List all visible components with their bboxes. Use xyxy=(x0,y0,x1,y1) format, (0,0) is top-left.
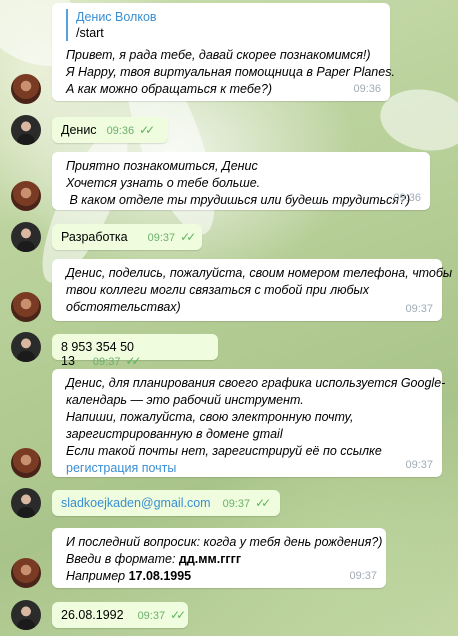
message-line: Напиши, пожалуйста, свою электронную поч… xyxy=(66,410,354,424)
message-time: 09:36 xyxy=(353,83,381,95)
reply-author: Денис Волков xyxy=(76,10,157,24)
message-time: 09:37 xyxy=(92,356,121,368)
message-line: Хочется узнать о тебе больше. xyxy=(66,176,261,190)
reply-text: /start xyxy=(76,26,104,40)
format-value: дд.мм.гггг xyxy=(178,552,242,566)
message-line: зарегистрированную в домене gmail xyxy=(66,427,283,441)
message-line: Денис, для планирования своего графика и… xyxy=(66,376,446,390)
user-avatar[interactable] xyxy=(11,222,41,252)
message-text: Денис xyxy=(61,123,97,137)
double-check-icon: ✓✓ xyxy=(139,123,155,137)
user-message: 8 953 354 50 13 09:37 ✓✓ xyxy=(52,334,218,368)
user-avatar[interactable] xyxy=(11,488,41,518)
reply-quote[interactable]: Денис Волков /start xyxy=(66,9,381,41)
message-line: твои коллеги могли связаться с тобой при… xyxy=(66,283,370,297)
user-avatar[interactable] xyxy=(11,332,41,362)
bot-message: Денис, для планирования своего графика и… xyxy=(52,369,446,477)
bot-message: Приятно познакомиться, Денис Хочется узн… xyxy=(52,152,430,210)
bot-avatar[interactable] xyxy=(11,558,41,588)
message-line: календарь — это рабочий инструмент. xyxy=(66,393,304,407)
message-line: Приятно познакомиться, Денис xyxy=(66,159,258,173)
bot-avatar[interactable] xyxy=(11,74,41,104)
user-message: Денис 09:36 ✓✓ xyxy=(52,117,168,143)
double-check-icon: ✓✓ xyxy=(255,496,271,510)
message-line: обстоятельствах) xyxy=(66,300,181,314)
double-check-icon: ✓✓ xyxy=(125,354,141,368)
example-value: 17.08.1995 xyxy=(128,569,192,583)
bot-message: И последний вопросик: когда у тебя день … xyxy=(52,528,386,588)
message-time: 09:37 xyxy=(349,570,377,582)
email-registration-link[interactable]: регистрация почты xyxy=(66,460,433,477)
message-line: Денис, поделись, пожалуйста, своим номер… xyxy=(66,266,453,280)
email-link[interactable]: sladkoejkaden@gmail.com xyxy=(61,496,211,510)
message-line: Привет, я рада тебе, давай скорее познак… xyxy=(66,48,371,62)
message-line: Я Happy, твоя виртуальная помощница в Pa… xyxy=(66,65,395,79)
user-message: sladkoejkaden@gmail.com 09:37 ✓✓ xyxy=(52,490,280,516)
user-avatar[interactable] xyxy=(11,600,41,630)
user-message: Разработка 09:37 ✓✓ xyxy=(52,224,202,250)
message-line: Если такой почты нет, зарегистрируй её п… xyxy=(66,444,382,458)
message-line: А как можно обращаться к тебе?) xyxy=(66,82,273,96)
message-time: 09:37 xyxy=(147,232,176,244)
message-text: Разработка xyxy=(61,230,128,244)
example-prefix: Например xyxy=(66,569,129,583)
bot-avatar[interactable] xyxy=(11,448,41,478)
message-time: 09:37 xyxy=(405,459,433,471)
message-line: И последний вопросик: когда у тебя день … xyxy=(66,535,383,549)
format-prefix: Введи в формате: xyxy=(66,552,179,566)
message-line: Например 17.08.1995 xyxy=(66,568,377,585)
bot-avatar[interactable] xyxy=(11,292,41,322)
message-time: 09:36 xyxy=(393,192,421,204)
double-check-icon: ✓✓ xyxy=(170,608,186,622)
message-time: 09:37 xyxy=(137,610,166,622)
bot-avatar[interactable] xyxy=(11,181,41,211)
bot-message: Денис, поделись, пожалуйста, своим номер… xyxy=(52,259,453,321)
message-text: 26.08.1992 xyxy=(61,608,124,622)
user-message: 26.08.1992 09:37 ✓✓ xyxy=(52,602,188,628)
double-check-icon: ✓✓ xyxy=(180,230,196,244)
user-avatar[interactable] xyxy=(11,115,41,145)
message-line: В каком отделе ты трудишься или будешь т… xyxy=(66,193,411,207)
message-time: 09:36 xyxy=(106,125,135,137)
message-time: 09:37 xyxy=(405,303,433,315)
message-time: 09:37 xyxy=(222,498,251,510)
message-line: Введи в формате: дд.мм.гггг xyxy=(66,551,377,568)
bot-message: Денис Волков /start Привет, я рада тебе,… xyxy=(52,3,395,101)
